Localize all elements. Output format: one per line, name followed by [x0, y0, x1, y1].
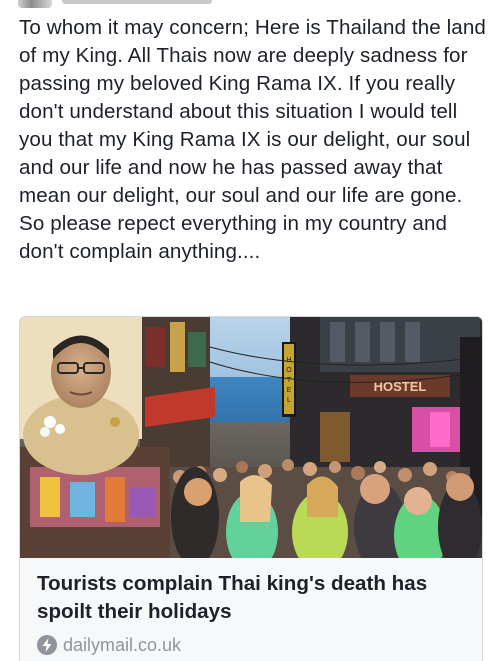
vertical-sign-char-1: H: [286, 357, 291, 364]
link-info[interactable]: Tourists complain Thai king's death has …: [20, 558, 482, 661]
king-portrait-inset: [20, 317, 142, 475]
post-header-cropped: [0, 0, 500, 8]
lightning-bolt-icon: [37, 635, 57, 655]
facebook-post: To whom it may concern; Here is Thailand…: [0, 0, 500, 661]
vertical-sign-char-4: E: [287, 387, 292, 394]
vertical-sign-char-5: L: [287, 397, 291, 404]
post-text: To whom it may concern; Here is Thailand…: [19, 16, 486, 263]
street-scene-photo: H O T E L HOSTEL: [20, 317, 482, 558]
link-headline[interactable]: Tourists complain Thai king's death has …: [37, 570, 467, 626]
link-domain: dailymail.co.uk: [63, 634, 182, 655]
avatar[interactable]: [18, 0, 52, 8]
author-name-cropped[interactable]: [62, 0, 212, 4]
link-source: dailymail.co.uk: [37, 633, 181, 657]
link-preview-card[interactable]: H O T E L HOSTEL Tourists complain Thai …: [19, 316, 483, 661]
link-preview-image[interactable]: H O T E L HOSTEL: [20, 317, 482, 558]
vertical-sign-char-2: O: [286, 367, 292, 374]
crowd: [170, 459, 482, 558]
